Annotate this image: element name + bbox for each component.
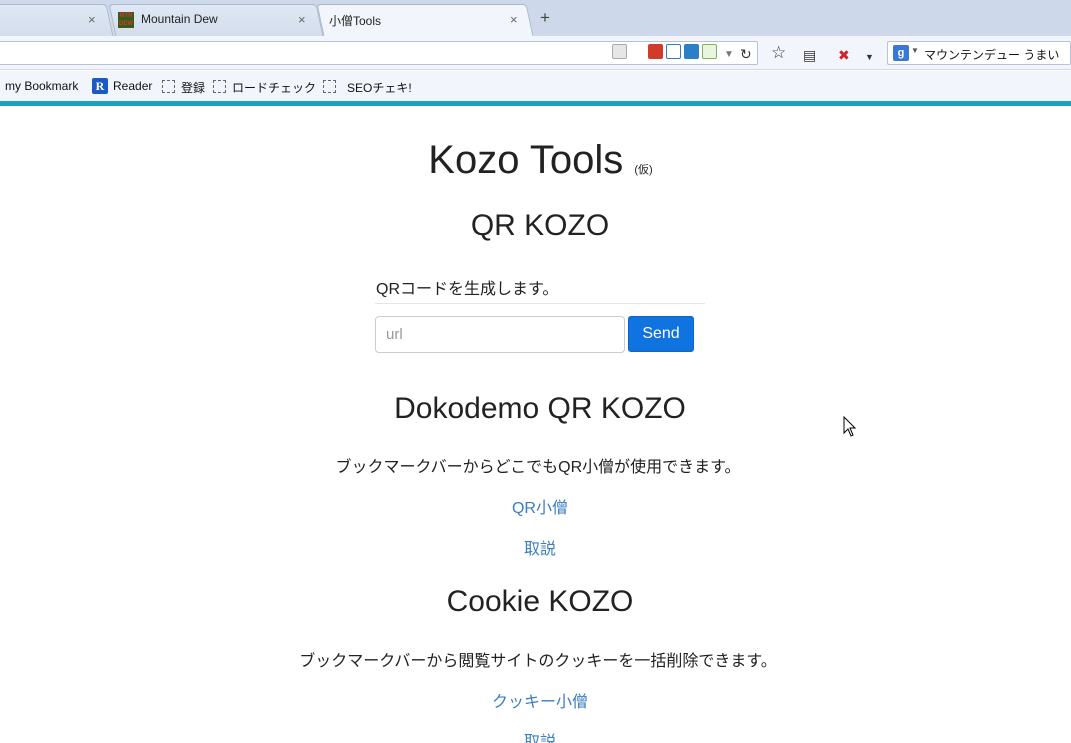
browser-toolbar: ▼ ↻ ☆ ▤ ✖ ▼ g ▼ マウンテンデュー うまい <box>0 36 1071 70</box>
page-title-note: (仮) <box>634 164 653 176</box>
bookmark-ext-icon[interactable] <box>630 44 645 59</box>
tab-close-icon[interactable]: × <box>88 12 96 27</box>
page-content: Kozo Tools (仮) QR KOZO QRコードを生成します。 Send… <box>0 106 1071 743</box>
tab-background <box>0 4 114 36</box>
page-icon <box>323 80 336 93</box>
cookie-kozo-heading: Cookie KOZO <box>446 585 634 618</box>
cookie-kozo-bookmarklet-link[interactable]: クッキー小僧 <box>0 688 1071 712</box>
qr-kozo-bookmarklet-link[interactable]: QR小僧 <box>0 494 1071 518</box>
browser-tab[interactable]: × <box>0 4 114 36</box>
dokodemo-manual-link[interactable]: 取説 <box>0 535 1071 559</box>
divider <box>375 303 705 304</box>
search-engine-caret-icon[interactable]: ▼ <box>911 46 919 55</box>
mountain-dew-favicon-icon: MTN DEW <box>118 12 134 28</box>
bookmarks-bar: my Bookmark R Reader 登録 ロードチェック SEOチェキ! <box>0 71 1071 101</box>
cookie-description: ブックマークバーから閲覧サイトのクッキーを一括削除できます。 <box>299 653 777 670</box>
menu-arrow-icon[interactable]: ▼ <box>865 48 874 66</box>
cookie-manual-link[interactable]: 取説 <box>0 728 1071 743</box>
bookmark-register[interactable]: 登録 <box>181 79 205 96</box>
reader-icon: R <box>92 78 108 94</box>
nodejs-ext-icon[interactable] <box>702 44 717 59</box>
search-box[interactable]: g ▼ マウンテンデュー うまい <box>887 41 1071 65</box>
feedly-icon[interactable] <box>648 44 663 59</box>
dokodemo-heading: Dokodemo QR KOZO <box>394 392 686 425</box>
page-info-icon[interactable] <box>612 44 627 59</box>
page-icon <box>162 80 175 93</box>
dropdown-arrow-icon[interactable]: ▼ <box>724 46 734 64</box>
tab-title: Mountain Dew <box>141 12 218 26</box>
send-button[interactable]: Send <box>628 316 694 352</box>
pocket-ext-icon[interactable] <box>684 44 699 59</box>
url-input[interactable] <box>375 316 625 353</box>
bookmark-star-icon[interactable]: ☆ <box>771 44 786 62</box>
bookmark-my-bookmark[interactable]: my Bookmark <box>5 79 78 93</box>
bookmark-seo-check[interactable]: SEOチェキ! <box>347 79 412 96</box>
tab-strip: × MTN DEW Mountain Dew × 小僧Tools × + <box>0 0 1071 36</box>
google-icon: g <box>893 45 909 61</box>
browser-tab-kozo-tools[interactable]: 小僧Tools × <box>316 4 534 36</box>
tab-close-icon[interactable]: × <box>298 12 306 27</box>
qr-kozo-heading: QR KOZO <box>470 209 610 242</box>
bookmark-load-check[interactable]: ロードチェック <box>232 79 316 96</box>
mouse-cursor-icon <box>843 416 857 437</box>
reading-list-icon[interactable]: ▤ <box>803 46 816 64</box>
page-title: Kozo Tools (仮) <box>0 138 1071 183</box>
download-blocked-icon[interactable]: ✖ <box>838 46 850 64</box>
qr-description: QRコードを生成します。 <box>376 281 559 298</box>
new-tab-icon[interactable]: + <box>540 9 550 26</box>
reload-icon[interactable]: ↻ <box>740 45 752 63</box>
tab-title: 小僧Tools <box>329 14 382 28</box>
dokodemo-description: ブックマークバーからどこでもQR小僧が使用できます。 <box>335 459 741 476</box>
search-query: マウンテンデュー うまい <box>924 48 1060 62</box>
browser-tab-mountain-dew[interactable]: MTN DEW Mountain Dew × <box>108 4 324 36</box>
tab-close-icon[interactable]: × <box>510 12 518 27</box>
wave-ext-icon[interactable] <box>666 44 681 59</box>
page-title-text: Kozo Tools <box>428 138 624 182</box>
page-icon <box>213 80 226 93</box>
bookmark-reader[interactable]: Reader <box>113 79 152 93</box>
